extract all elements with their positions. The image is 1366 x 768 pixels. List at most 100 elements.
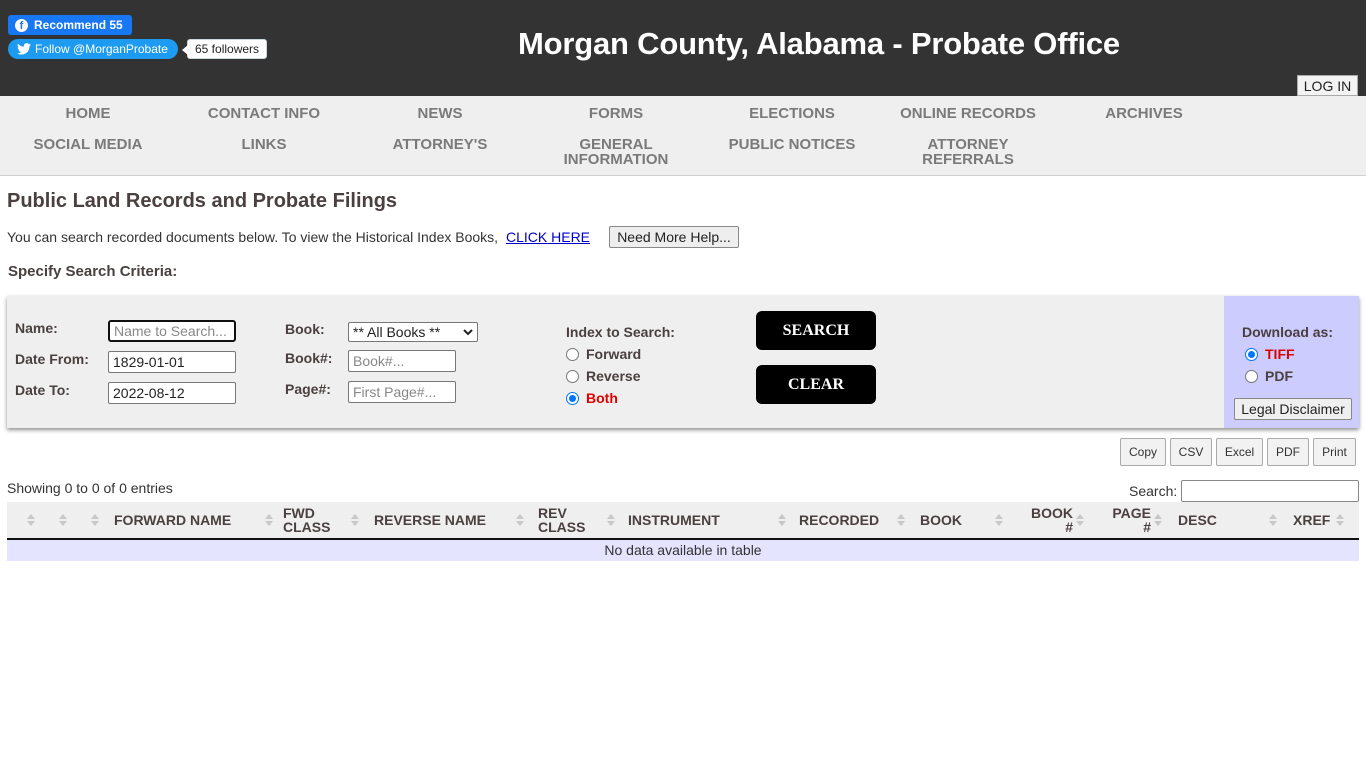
- column-book[interactable]: BOOK: [920, 513, 962, 527]
- export-pdf-button[interactable]: PDF: [1267, 438, 1309, 466]
- nav-archives[interactable]: ARCHIVES: [1056, 106, 1232, 121]
- nav-home[interactable]: HOME: [0, 106, 176, 121]
- need-more-help-button[interactable]: Need More Help...: [609, 226, 739, 248]
- nav-news[interactable]: NEWS: [352, 106, 528, 121]
- column-xref[interactable]: XREF: [1293, 513, 1330, 527]
- index-forward-label: Forward: [586, 346, 642, 362]
- download-pdf-radio[interactable]: [1245, 369, 1258, 383]
- twitter-follower-count[interactable]: 65 followers: [181, 39, 268, 59]
- index-both-option[interactable]: Both: [566, 390, 618, 406]
- entries-info: Showing 0 to 0 of 0 entries: [7, 480, 173, 496]
- column-instrument[interactable]: INSTRUMENT: [628, 513, 720, 527]
- table-search-label: Search:: [1129, 483, 1178, 499]
- sort-icon[interactable]: [897, 512, 905, 528]
- export-copy-button[interactable]: Copy: [1120, 438, 1166, 466]
- search-criteria-heading: Specify Search Criteria:: [8, 263, 178, 280]
- sort-icon[interactable]: [59, 512, 67, 528]
- download-pdf-label: PDF: [1265, 368, 1293, 384]
- index-both-label: Both: [586, 390, 618, 406]
- clear-button[interactable]: CLEAR: [756, 365, 876, 404]
- sort-icon[interactable]: [1154, 512, 1162, 528]
- download-tiff-option[interactable]: TIFF: [1245, 346, 1295, 362]
- nav-general-information[interactable]: GENERAL INFORMATION: [558, 137, 674, 167]
- nav-elections[interactable]: ELECTIONS: [704, 106, 880, 121]
- page-number-input[interactable]: First Page#...: [348, 381, 456, 403]
- historical-index-link[interactable]: CLICK HERE: [506, 229, 590, 245]
- site-title: Morgan County, Alabama - Probate Office: [518, 26, 1120, 61]
- nav-public-notices[interactable]: PUBLIC NOTICES: [704, 137, 880, 152]
- download-options-box: Download as: TIFF PDF Legal Disclaimer: [1224, 296, 1359, 428]
- date-to-label: Date To:: [15, 382, 70, 398]
- table-search-input[interactable]: [1181, 480, 1359, 502]
- sort-icon[interactable]: [1076, 512, 1084, 528]
- search-button[interactable]: SEARCH: [756, 311, 876, 350]
- column-recorded[interactable]: RECORDED: [799, 513, 879, 527]
- book-number-input[interactable]: Book#...: [348, 350, 456, 372]
- date-from-input[interactable]: 1829-01-01: [108, 351, 236, 373]
- twitter-follow-button[interactable]: Follow @MorganProbate: [8, 39, 178, 59]
- download-as-label: Download as:: [1242, 324, 1334, 340]
- legal-disclaimer-button[interactable]: Legal Disclaimer: [1234, 398, 1352, 420]
- page-title: Public Land Records and Probate Filings: [7, 190, 398, 212]
- site-header: f Recommend 55 Follow @MorganProbate 65 …: [0, 0, 1366, 96]
- nav-social-media[interactable]: SOCIAL MEDIA: [0, 137, 176, 152]
- sort-icon[interactable]: [778, 512, 786, 528]
- download-pdf-option[interactable]: PDF: [1245, 368, 1293, 384]
- intro-text: You can search recorded documents below.…: [7, 229, 499, 245]
- sort-icon[interactable]: [1269, 512, 1277, 528]
- nav-forms[interactable]: FORMS: [528, 106, 704, 121]
- book-number-label: Book#:: [285, 350, 333, 366]
- twitter-follow-label: Follow @MorganProbate: [35, 42, 168, 56]
- print-button[interactable]: Print: [1313, 438, 1356, 466]
- column-rev-class[interactable]: REV CLASS: [538, 506, 588, 534]
- index-reverse-label: Reverse: [586, 368, 641, 384]
- column-reverse-name[interactable]: REVERSE NAME: [374, 513, 486, 527]
- export-excel-button[interactable]: Excel: [1216, 438, 1263, 466]
- book-select[interactable]: ** All Books **: [348, 322, 478, 342]
- column-desc[interactable]: DESC: [1178, 513, 1217, 527]
- sort-icon[interactable]: [351, 512, 359, 528]
- page-number-label: Page#:: [285, 381, 331, 397]
- book-label: Book:: [285, 321, 325, 337]
- book-select-value: ** All Books **: [353, 324, 441, 340]
- facebook-icon: f: [15, 18, 28, 32]
- index-forward-radio[interactable]: [566, 347, 579, 361]
- sort-icon[interactable]: [516, 512, 524, 528]
- nav-contact-info[interactable]: CONTACT INFO: [176, 106, 352, 121]
- export-csv-button[interactable]: CSV: [1170, 438, 1212, 466]
- nav-attorney-referrals[interactable]: ATTORNEY REFERRALS: [910, 137, 1026, 167]
- name-input[interactable]: Name to Search...: [108, 320, 236, 342]
- nav-online-records[interactable]: ONLINE RECORDS: [880, 106, 1056, 121]
- name-label: Name:: [15, 320, 58, 336]
- index-reverse-radio[interactable]: [566, 369, 579, 383]
- search-panel: Name: Name to Search... Date From: 1829-…: [7, 296, 1359, 428]
- download-tiff-radio[interactable]: [1245, 347, 1258, 361]
- login-button[interactable]: LOG IN: [1297, 75, 1358, 96]
- column-fwd-class[interactable]: FWD CLASS: [283, 506, 333, 534]
- results-table-header: FORWARD NAME FWD CLASS REVERSE NAME REV …: [7, 502, 1359, 540]
- column-forward-name[interactable]: FORWARD NAME: [114, 513, 231, 527]
- main-nav: HOME CONTACT INFO NEWS FORMS ELECTIONS O…: [0, 96, 1366, 176]
- nav-attorneys[interactable]: ATTORNEY'S: [352, 137, 528, 152]
- nav-links[interactable]: LINKS: [176, 137, 352, 152]
- index-to-search-label: Index to Search:: [566, 324, 675, 340]
- sort-icon[interactable]: [91, 512, 99, 528]
- sort-icon[interactable]: [607, 512, 615, 528]
- column-book-number[interactable]: BOOK #: [1023, 506, 1073, 534]
- index-both-radio[interactable]: [566, 391, 579, 405]
- date-to-input[interactable]: 2022-08-12: [108, 382, 236, 404]
- download-tiff-label: TIFF: [1265, 346, 1295, 362]
- twitter-bird-icon: [17, 43, 31, 55]
- facebook-recommend-label: Recommend 55: [34, 18, 123, 32]
- sort-icon[interactable]: [995, 512, 1003, 528]
- chevron-down-icon: [463, 328, 473, 335]
- column-page-number[interactable]: PAGE #: [1101, 506, 1151, 534]
- sort-icon[interactable]: [27, 512, 35, 528]
- sort-icon[interactable]: [265, 512, 273, 528]
- facebook-recommend-button[interactable]: f Recommend 55: [8, 15, 132, 35]
- date-from-label: Date From:: [15, 351, 89, 367]
- empty-table-message: No data available in table: [7, 540, 1359, 561]
- sort-icon[interactable]: [1336, 512, 1344, 528]
- index-reverse-option[interactable]: Reverse: [566, 368, 641, 384]
- index-forward-option[interactable]: Forward: [566, 346, 641, 362]
